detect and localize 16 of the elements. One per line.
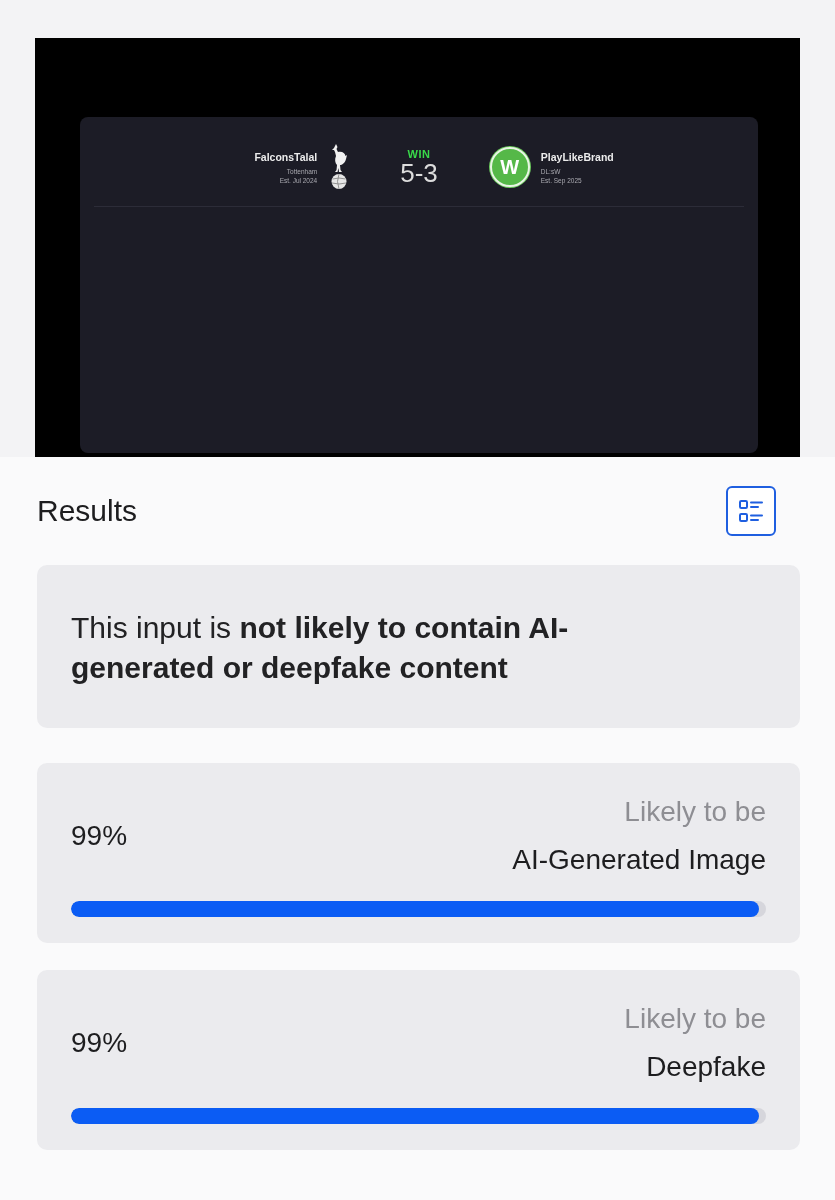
match-score: 5-3 bbox=[400, 159, 438, 186]
list-view-button[interactable] bbox=[726, 486, 776, 536]
club-crest: W bbox=[489, 147, 530, 187]
likelihood-label: Deepfake bbox=[646, 1050, 766, 1084]
rooster-on-ball-icon bbox=[330, 144, 349, 190]
percent-value: 99% bbox=[71, 820, 128, 852]
likelihood-prefix: Likely to be bbox=[624, 1002, 766, 1036]
list-icon bbox=[739, 500, 763, 522]
verdict-text: This input is not likely to contain AI-generated or deepfake content bbox=[71, 610, 570, 686]
results-title: Results bbox=[37, 494, 138, 528]
likelihood-prefix: Likely to be bbox=[624, 795, 766, 829]
percent-value: 99% bbox=[71, 1027, 128, 1059]
result-label: WIN bbox=[407, 148, 431, 160]
team-name: FalconsTalal bbox=[254, 149, 318, 164]
team-name: PlayLikeBrand bbox=[540, 149, 614, 164]
likelihood-label: AI-Generated Image bbox=[512, 843, 766, 877]
